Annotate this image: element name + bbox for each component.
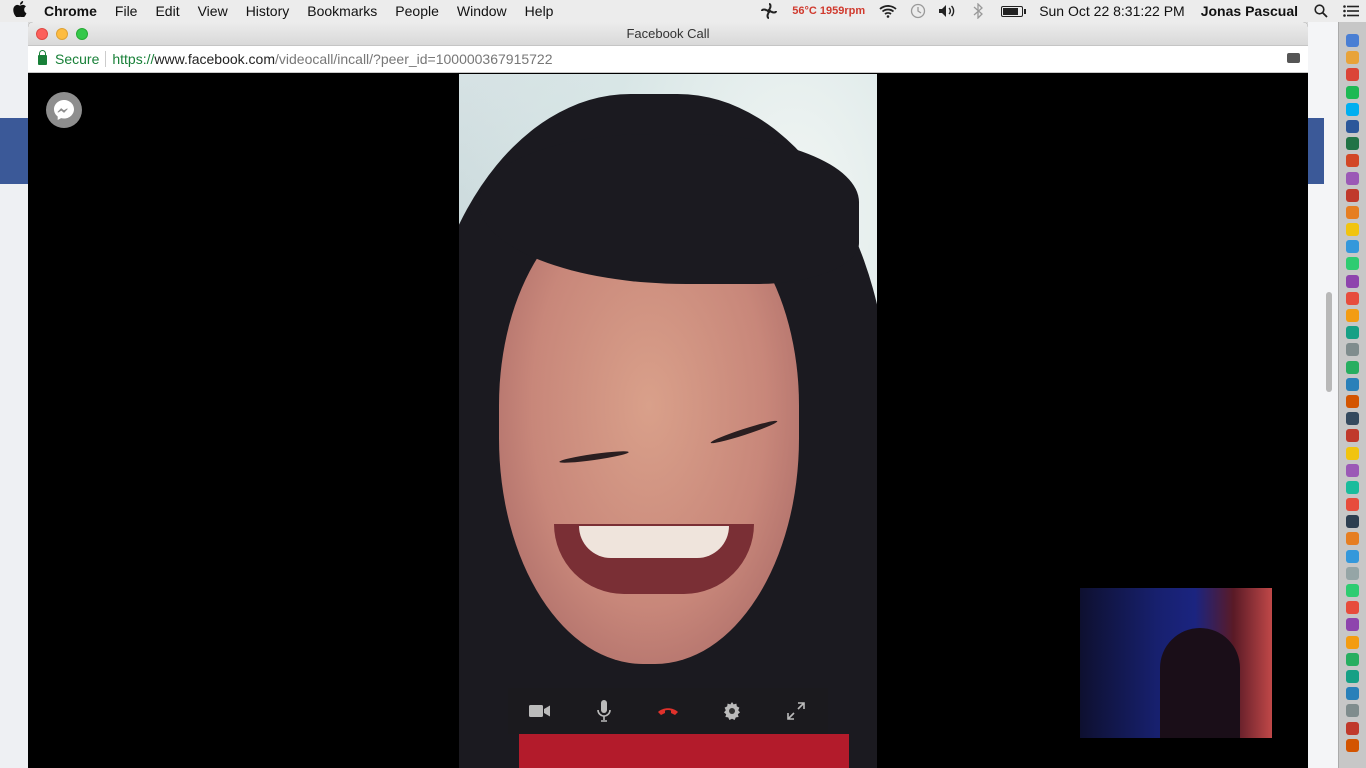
dock-app-icon[interactable] — [1346, 377, 1359, 391]
dock-app-icon[interactable] — [1346, 51, 1359, 65]
dock-app-icon[interactable] — [1346, 188, 1359, 202]
dock — [1338, 22, 1366, 768]
url-separator — [105, 51, 107, 67]
address-bar[interactable]: Secure https://www.facebook.com/videocal… — [28, 46, 1308, 73]
dock-app-icon[interactable] — [1346, 618, 1359, 632]
volume-icon[interactable] — [933, 0, 963, 22]
dock-app-icon[interactable] — [1346, 463, 1359, 477]
teeth — [579, 526, 729, 558]
background-browser-right — [1308, 22, 1338, 768]
background-browser-left — [0, 22, 28, 768]
menu-bar: Chrome File Edit View History Bookmarks … — [0, 0, 1366, 22]
dock-app-icon[interactable] — [1346, 137, 1359, 151]
window-titlebar[interactable]: Facebook Call — [28, 22, 1308, 46]
background-header — [1308, 118, 1324, 184]
minimize-button[interactable] — [56, 27, 68, 40]
dock-app-icon[interactable] — [1346, 635, 1359, 649]
dock-app-icon[interactable] — [1346, 498, 1359, 512]
self-view-video[interactable] — [1080, 588, 1272, 738]
facebook-call-window: Facebook Call Secure https://www.faceboo… — [28, 22, 1308, 768]
dock-app-icon[interactable] — [1346, 291, 1359, 305]
camera-in-use-icon[interactable] — [1287, 53, 1300, 63]
time-machine-icon[interactable] — [903, 0, 933, 22]
dock-app-icon[interactable] — [1346, 326, 1359, 340]
dock-app-icon[interactable] — [1346, 515, 1359, 529]
dock-app-icon[interactable] — [1346, 601, 1359, 615]
background-header — [0, 118, 28, 184]
menu-help[interactable]: Help — [516, 0, 563, 22]
dock-app-icon[interactable] — [1346, 119, 1359, 133]
close-button[interactable] — [36, 27, 48, 40]
menubar-user[interactable]: Jonas Pascual — [1193, 3, 1306, 19]
temperature-readout[interactable]: 56°C 1959rpm — [784, 5, 873, 17]
dock-app-icon[interactable] — [1346, 738, 1359, 752]
dock-app-icon[interactable] — [1346, 257, 1359, 271]
window-title: Facebook Call — [626, 26, 710, 41]
dock-app-icon[interactable] — [1346, 68, 1359, 82]
dock-app-icon[interactable] — [1346, 223, 1359, 237]
dock-app-icon[interactable] — [1346, 343, 1359, 357]
url-scheme: https:// — [112, 51, 155, 67]
dock-app-icon[interactable] — [1346, 566, 1359, 580]
dock-app-icon[interactable] — [1346, 584, 1359, 597]
dock-app-icon[interactable] — [1346, 412, 1359, 426]
url-path: /videocall/incall/?peer_id=1000003679157… — [275, 51, 553, 67]
battery-icon[interactable] — [1001, 5, 1027, 17]
notifications-icon[interactable] — [1336, 0, 1366, 22]
search-icon[interactable] — [1306, 0, 1336, 22]
settings-icon[interactable] — [719, 698, 745, 724]
dock-app-icon[interactable] — [1346, 429, 1359, 443]
fan-icon[interactable] — [754, 0, 784, 22]
lock-icon — [38, 50, 47, 65]
dock-app-icon[interactable] — [1346, 480, 1359, 494]
zoom-button[interactable] — [76, 27, 88, 40]
remote-video — [459, 74, 877, 768]
menu-history[interactable]: History — [237, 0, 299, 22]
bluetooth-icon[interactable] — [963, 0, 993, 22]
dock-app-icon[interactable] — [1346, 549, 1359, 563]
dock-app-icon[interactable] — [1346, 652, 1359, 666]
menu-edit[interactable]: Edit — [146, 0, 188, 22]
dock-app-icon[interactable] — [1346, 446, 1359, 460]
dock-app-icon[interactable] — [1346, 205, 1359, 219]
menu-window[interactable]: Window — [448, 0, 516, 22]
dock-app-icon[interactable] — [1346, 309, 1359, 322]
red-shirt — [519, 734, 849, 768]
dock-app-icon[interactable] — [1346, 394, 1359, 408]
video-stage — [28, 74, 1308, 768]
dock-app-icon[interactable] — [1346, 154, 1359, 168]
dock-app-icon[interactable] — [1346, 532, 1359, 546]
menubar-clock[interactable]: Sun Oct 22 8:31:22 PM — [1031, 3, 1193, 19]
dock-app-icon[interactable] — [1346, 669, 1359, 683]
dock-app-icon[interactable] — [1346, 34, 1359, 47]
camera-icon[interactable] — [527, 698, 553, 724]
microphone-icon[interactable] — [591, 698, 617, 724]
menu-bookmarks[interactable]: Bookmarks — [298, 0, 386, 22]
dock-app-icon[interactable] — [1346, 102, 1359, 116]
messenger-icon[interactable] — [46, 92, 82, 128]
dock-app-icon[interactable] — [1346, 274, 1359, 288]
dock-app-icon[interactable] — [1346, 704, 1359, 718]
end-call-icon[interactable] — [655, 698, 681, 724]
menu-people[interactable]: People — [386, 0, 448, 22]
secure-label: Secure — [55, 51, 100, 67]
dock-app-icon[interactable] — [1346, 85, 1359, 99]
dock-app-icon[interactable] — [1346, 721, 1359, 735]
dock-app-icon[interactable] — [1346, 240, 1359, 254]
background-scrollbar[interactable] — [1326, 292, 1332, 392]
menu-view[interactable]: View — [189, 0, 237, 22]
wifi-icon[interactable] — [873, 0, 903, 22]
fullscreen-icon[interactable] — [783, 698, 809, 724]
dock-app-icon[interactable] — [1346, 360, 1359, 374]
menu-file[interactable]: File — [106, 0, 147, 22]
url-domain: www.facebook.com — [154, 51, 275, 67]
call-controls — [508, 688, 828, 734]
self-view-person — [1160, 628, 1240, 738]
dock-app-icon[interactable] — [1346, 687, 1359, 701]
dock-app-icon[interactable] — [1346, 171, 1359, 185]
menu-app-name[interactable]: Chrome — [40, 0, 106, 22]
battery-fill — [1003, 7, 1019, 15]
apple-icon[interactable] — [0, 1, 40, 21]
